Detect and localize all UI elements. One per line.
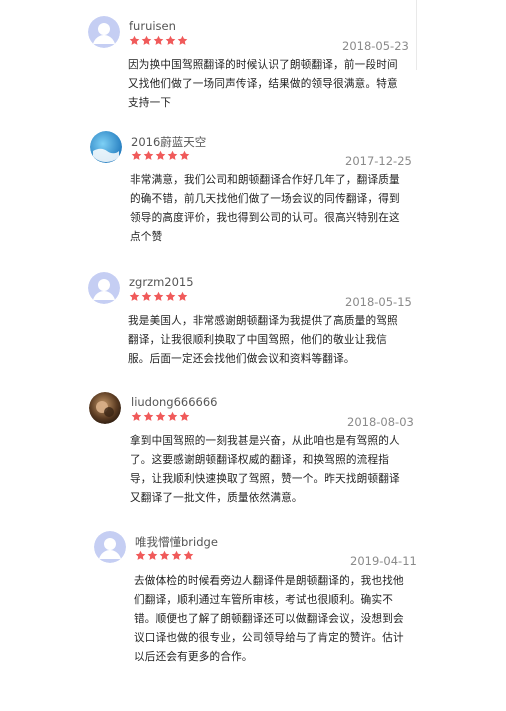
- star-icon: [155, 411, 166, 421]
- star-icon: [135, 550, 146, 560]
- review-date: 2018-05-23: [342, 39, 409, 53]
- review-text: 我是美国人，非常感谢朗顿翻译为我提供了高质量的驾照翻译，让我很顺利换取了中国驾照…: [128, 315, 398, 365]
- star-icon: [143, 150, 154, 160]
- photo-avatar-icon[interactable]: [89, 392, 121, 424]
- review-item: furuisen 2018-05-23 因为换中国驾照翻译的时候认识了朗顿翻译，…: [88, 16, 418, 116]
- blue-sky-avatar-icon[interactable]: [90, 131, 122, 163]
- default-avatar-icon[interactable]: [88, 272, 120, 304]
- star-icon: [179, 150, 190, 160]
- rating-stars: [129, 35, 188, 47]
- star-icon: [141, 291, 152, 301]
- rating-stars: [135, 550, 194, 562]
- review-text: 拿到中国驾照的一刻我甚是兴奋，从此咱也是有驾照的人了。这要感谢朗顿翻译权威的翻译…: [130, 435, 400, 504]
- review-date: 2019-04-11: [350, 554, 417, 568]
- review-item: 唯我懵懂bridge 2019-04-11 去做体检的时候看旁边人翻译件是朗顿翻…: [94, 531, 424, 671]
- review-user-name[interactable]: 唯我懵懂bridge: [135, 534, 218, 550]
- star-icon: [131, 150, 142, 160]
- star-icon: [131, 411, 142, 421]
- review-user-name[interactable]: furuisen: [129, 19, 176, 33]
- star-icon: [155, 150, 166, 160]
- star-icon: [153, 291, 164, 301]
- star-icon: [167, 150, 178, 160]
- rating-stars: [129, 291, 188, 303]
- star-icon: [177, 291, 188, 301]
- review-item: zgrzm2015 2018-05-15 我是美国人，非常感谢朗顿翻译为我提供了…: [88, 272, 418, 377]
- star-icon: [147, 550, 158, 560]
- star-icon: [129, 291, 140, 301]
- star-icon: [177, 35, 188, 45]
- default-avatar-icon[interactable]: [94, 531, 126, 563]
- review-date: 2018-05-15: [345, 295, 412, 309]
- review-text: 因为换中国驾照翻译的时候认识了朗顿翻译，前一段时间又找他们做了一场同声传译，结果…: [128, 59, 398, 109]
- review-user-name[interactable]: 2016蔚蓝天空: [131, 134, 206, 150]
- review-user-name[interactable]: liudong666666: [131, 395, 218, 409]
- star-icon: [129, 35, 140, 45]
- review-date: 2017-12-25: [345, 154, 412, 168]
- review-text: 非常满意，我们公司和朗顿翻译合作好几年了，翻译质量的确不错，前几天找他们做了一场…: [130, 174, 400, 243]
- star-icon: [171, 550, 182, 560]
- rating-stars: [131, 150, 190, 162]
- review-item: 2016蔚蓝天空 2017-12-25 非常满意，我们公司和朗顿翻译合作好几年了…: [90, 131, 420, 251]
- review-user-name[interactable]: zgrzm2015: [129, 275, 194, 289]
- star-icon: [167, 411, 178, 421]
- star-icon: [179, 411, 190, 421]
- review-text: 去做体检的时候看旁边人翻译件是朗顿翻译的，我也找他们翻译，顺利通过车管所审核，考…: [134, 575, 404, 663]
- star-icon: [165, 291, 176, 301]
- star-icon: [183, 550, 194, 560]
- rating-stars: [131, 411, 190, 423]
- star-icon: [165, 35, 176, 45]
- review-item: liudong666666 2018-08-03 拿到中国驾照的一刻我甚是兴奋，…: [89, 392, 419, 517]
- star-icon: [143, 411, 154, 421]
- star-icon: [153, 35, 164, 45]
- review-date: 2018-08-03: [347, 415, 414, 429]
- star-icon: [141, 35, 152, 45]
- default-avatar-icon[interactable]: [88, 16, 120, 48]
- star-icon: [159, 550, 170, 560]
